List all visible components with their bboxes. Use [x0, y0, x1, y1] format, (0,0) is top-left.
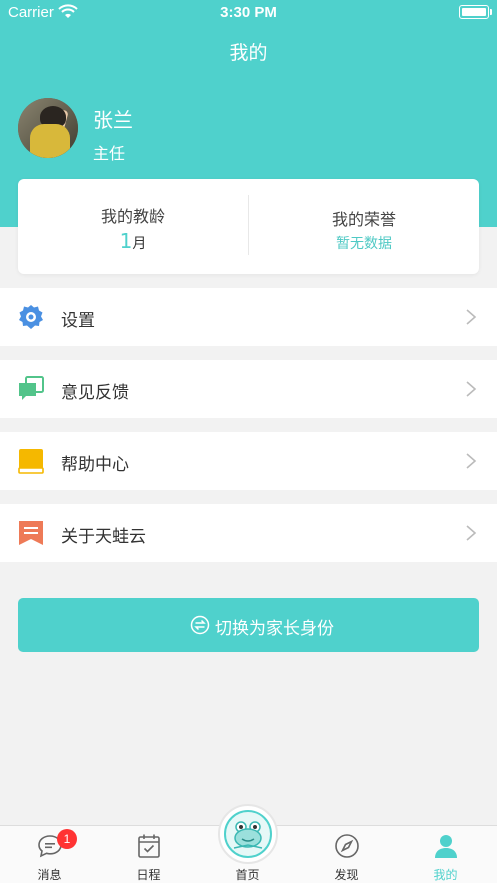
switch-to-parent-button[interactable]: 切换为家长身份: [18, 598, 479, 652]
user-role: 主任: [93, 144, 126, 163]
battery-icon: [459, 5, 489, 19]
honor-value: 暂无数据: [336, 236, 392, 252]
menu-label-help: 帮助中心: [61, 455, 129, 475]
compass-icon: [335, 834, 359, 858]
status-bar: Carrier 3:30 PM: [0, 0, 497, 26]
battery-tip: [490, 9, 492, 15]
user-icon: [435, 835, 457, 858]
frog-mascot-icon: [233, 821, 263, 849]
menu-item-settings[interactable]: 设置: [0, 288, 497, 346]
chevron-right-icon: [466, 309, 477, 325]
tab-messages[interactable]: 1 消息: [0, 826, 99, 883]
clock: 3:30 PM: [220, 4, 277, 21]
honor-stat[interactable]: 我的荣誉 暂无数据: [249, 179, 479, 274]
honor-label: 我的荣誉: [331, 210, 396, 229]
book-icon: [18, 449, 44, 474]
feedback-icon: [19, 376, 44, 400]
tab-label-mine: 我的: [433, 868, 458, 882]
tab-label-schedule: 日程: [136, 868, 161, 882]
avatar-body: [30, 124, 70, 158]
home-center-button[interactable]: [218, 804, 278, 864]
bookmark-icon: [19, 521, 43, 545]
switch-icon: [190, 615, 210, 635]
teaching-age-stat[interactable]: 我的教龄 1月: [18, 179, 248, 274]
teaching-age-label: 我的教龄: [100, 207, 165, 226]
calendar-icon: [138, 834, 160, 858]
menu-item-help[interactable]: 帮助中心: [0, 432, 497, 490]
avatar[interactable]: [18, 98, 78, 158]
tab-label-home: 首页: [235, 868, 260, 882]
chevron-right-icon: [466, 381, 477, 397]
tab-schedule[interactable]: 日程: [99, 826, 198, 883]
menu-label-about: 关于天蛙云: [61, 527, 146, 547]
menu-item-about[interactable]: 关于天蛙云: [0, 504, 497, 562]
menu-label-settings: 设置: [61, 311, 95, 331]
tab-label-discover: 发现: [334, 868, 359, 882]
menu-label-feedback: 意见反馈: [61, 383, 129, 403]
tab-mine[interactable]: 我的: [396, 826, 495, 883]
page-title: 我的: [229, 42, 268, 64]
gear-icon: [19, 305, 43, 329]
user-name: 张兰: [93, 108, 133, 132]
tab-label-messages: 消息: [37, 868, 62, 882]
teaching-age-number: 1: [119, 229, 133, 253]
stats-card: 我的教龄 1月 我的荣誉 暂无数据: [18, 179, 479, 274]
chevron-right-icon: [466, 525, 477, 541]
chevron-right-icon: [466, 453, 477, 469]
unread-badge: 1: [57, 829, 77, 849]
switch-button-label: 切换为家长身份: [215, 619, 334, 639]
teaching-age-unit: 月: [132, 236, 147, 252]
frog-logo-icon: [224, 810, 272, 858]
tab-discover[interactable]: 发现: [297, 826, 396, 883]
teaching-age-value: 1月: [18, 229, 248, 253]
menu-item-feedback[interactable]: 意见反馈: [0, 360, 497, 418]
